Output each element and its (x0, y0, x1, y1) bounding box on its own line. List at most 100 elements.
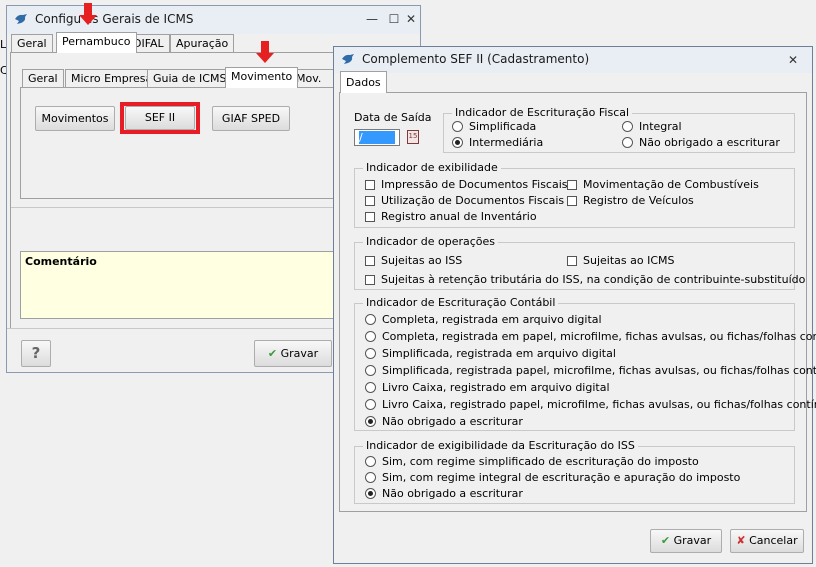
radio-indicator (365, 382, 376, 393)
checkbox (365, 180, 375, 190)
check-icon: ✔ (267, 347, 278, 360)
dialog-cancel-button[interactable]: ✘ Cancelar (730, 529, 804, 553)
radio-indicator (365, 456, 376, 467)
radio-simplificada[interactable]: Simplificada (452, 120, 536, 134)
escrituracao-fiscal-group: Indicador de Escrituração Fiscal Simplif… (443, 106, 795, 153)
dialog-title: Complemento SEF II (Cadastramento) (362, 52, 590, 66)
radio-simplificada-papel[interactable]: Simplificada, registrada papel, microfil… (365, 364, 816, 378)
check-retencao-iss[interactable]: Sujeitas à retenção tributária do ISS, n… (365, 273, 805, 287)
checkbox (567, 256, 577, 266)
red-arrow-icon (256, 41, 274, 63)
dialog-title-bar: Complemento SEF II (Cadastramento) ✕ (334, 47, 812, 73)
red-arrow-icon (79, 3, 97, 25)
radio-indicator (365, 472, 376, 483)
check-iss[interactable]: Sujeitas ao ISS (365, 254, 462, 268)
contabil-group: Indicador de Escrituração Contábil Compl… (354, 296, 816, 431)
radio-indicator (365, 348, 376, 359)
check-impressao[interactable]: Impressão de Documentos Fiscais (365, 178, 568, 192)
radio-indicator (365, 416, 376, 427)
dialog-save-button[interactable]: ✔ Gravar (650, 529, 722, 553)
radio-iss-nao-obrigado[interactable]: Não obrigado a escriturar (365, 487, 523, 501)
radio-simplificada-digital[interactable]: Simplificada, registrada em arquivo digi… (365, 347, 616, 361)
checkbox (567, 180, 577, 190)
tab-apuracao[interactable]: Apuração (170, 34, 235, 52)
dialog-save-label: Gravar (673, 534, 712, 547)
back-save-button[interactable]: ✔ Gravar (254, 340, 332, 367)
radio-intermediaria[interactable]: Intermediária (452, 136, 543, 150)
back-save-label: Gravar (280, 347, 319, 360)
checkbox-label: Registro anual de Inventário (381, 210, 537, 223)
title-bar: Configu es Gerais de ICMS — ☐ ✕ (7, 6, 420, 34)
radio-label: Não obrigado a escriturar (382, 415, 523, 428)
radio-label: Sim, com regime simplificado de escritur… (382, 455, 699, 468)
radio-label: Livro Caixa, registrado em arquivo digit… (382, 381, 610, 394)
date-value: / (359, 131, 395, 144)
pernambuco-panel: Geral Micro Empresa Guia de ICMS Movimen… (10, 52, 337, 329)
radio-completa-digital[interactable]: Completa, registrada em arquivo digital (365, 313, 602, 327)
date-input[interactable]: / (354, 129, 400, 146)
checkbox (567, 196, 577, 206)
checkbox-label: Movimentação de Combustíveis (583, 178, 759, 191)
radio-nao-obrigado-fiscal[interactable]: Não obrigado a escriturar (622, 136, 780, 150)
radio-label: Livro Caixa, registrado papel, microfilm… (382, 398, 816, 411)
cross-icon: ✘ (736, 534, 746, 547)
checkbox-label: Registro de Veículos (583, 194, 694, 207)
check-utilizacao[interactable]: Utilização de Documentos Fiscais (365, 194, 564, 208)
tab-pernambuco[interactable]: Pernambuco (56, 32, 137, 53)
radio-label: Simplificada, registrada em arquivo digi… (382, 347, 616, 360)
sef-ii-button[interactable]: SEF II (125, 106, 195, 130)
iss-title: Indicador de exigibilidade da Escrituraç… (363, 439, 638, 452)
radio-indicator (622, 121, 633, 132)
tab-geral[interactable]: Geral (11, 34, 53, 52)
bird-app-icon (342, 54, 354, 64)
checkbox-label: Utilização de Documentos Fiscais (381, 194, 565, 207)
sef-complement-dialog: Complemento SEF II (Cadastramento) ✕ Dad… (333, 46, 816, 564)
radio-indicator (365, 331, 376, 342)
separator (11, 207, 337, 208)
radio-livro-caixa-papel[interactable]: Livro Caixa, registrado papel, microfilm… (365, 398, 816, 412)
dados-panel: Data de Saída / 15 Indicador de Escritur… (339, 92, 816, 512)
radio-indicator (365, 365, 376, 376)
checkbox (365, 256, 375, 266)
operacoes-group: Indicador de operações Sujeitas ao ISS S… (354, 235, 805, 290)
subtab-geral[interactable]: Geral (22, 69, 64, 87)
check-icms[interactable]: Sujeitas ao ICMS (567, 254, 674, 268)
dialog-cancel-label: Cancelar (749, 534, 798, 547)
tab-dados[interactable]: Dados (340, 71, 387, 93)
escrituracao-fiscal-title: Indicador de Escrituração Fiscal (452, 106, 633, 119)
check-combustiveis[interactable]: Movimentação de Combustíveis (567, 178, 759, 192)
giaf-sped-button[interactable]: GIAF SPED (212, 106, 290, 131)
checkbox (365, 196, 375, 206)
operacoes-title: Indicador de operações (363, 235, 499, 248)
radio-livro-caixa-digital[interactable]: Livro Caixa, registrado em arquivo digit… (365, 381, 610, 395)
dialog-close-button[interactable]: ✕ (780, 51, 806, 69)
checkbox-label: Impressão de Documentos Fiscais (381, 178, 568, 191)
movimentos-button[interactable]: Movimentos (35, 106, 115, 131)
subtab-guia-icms[interactable]: Guia de ICMS (147, 69, 233, 87)
comment-box[interactable]: Comentário (20, 251, 336, 319)
exibilidade-group: Indicador de exibilidade Impressão de Do… (354, 161, 795, 228)
movimento-panel: Movimentos SEF II GIAF SPED (20, 87, 336, 199)
subtab-micro-empresa[interactable]: Micro Empresa (65, 69, 159, 87)
check-inventario[interactable]: Registro anual de Inventário (365, 210, 537, 224)
calendar-icon[interactable]: 15 (407, 130, 419, 144)
check-veiculos[interactable]: Registro de Veículos (567, 194, 694, 208)
radio-indicator (365, 399, 376, 410)
radio-iss-integral[interactable]: Sim, com regime integral de escrituração… (365, 471, 740, 485)
checkbox-label: Sujeitas à retenção tributária do ISS, n… (381, 273, 806, 286)
radio-integral[interactable]: Integral (622, 120, 682, 134)
window-title: Configu es Gerais de ICMS (35, 12, 194, 26)
checkbox-label: Sujeitas ao ICMS (583, 254, 675, 267)
radio-label: Simplificada (469, 120, 537, 133)
bird-app-icon (15, 14, 27, 24)
subtab-movimento[interactable]: Movimento (225, 67, 299, 88)
checkbox-label: Sujeitas ao ISS (381, 254, 463, 267)
radio-indicator (365, 488, 376, 499)
checkbox (365, 212, 375, 222)
help-button[interactable]: ? (21, 340, 51, 367)
radio-iss-simplificado[interactable]: Sim, com regime simplificado de escritur… (365, 455, 699, 469)
close-button[interactable]: ✕ (403, 10, 419, 28)
radio-label: Sim, com regime integral de escrituração… (382, 471, 741, 484)
radio-nao-obrigado-contabil[interactable]: Não obrigado a escriturar (365, 415, 523, 429)
radio-completa-papel[interactable]: Completa, registrada em papel, microfilm… (365, 330, 816, 344)
